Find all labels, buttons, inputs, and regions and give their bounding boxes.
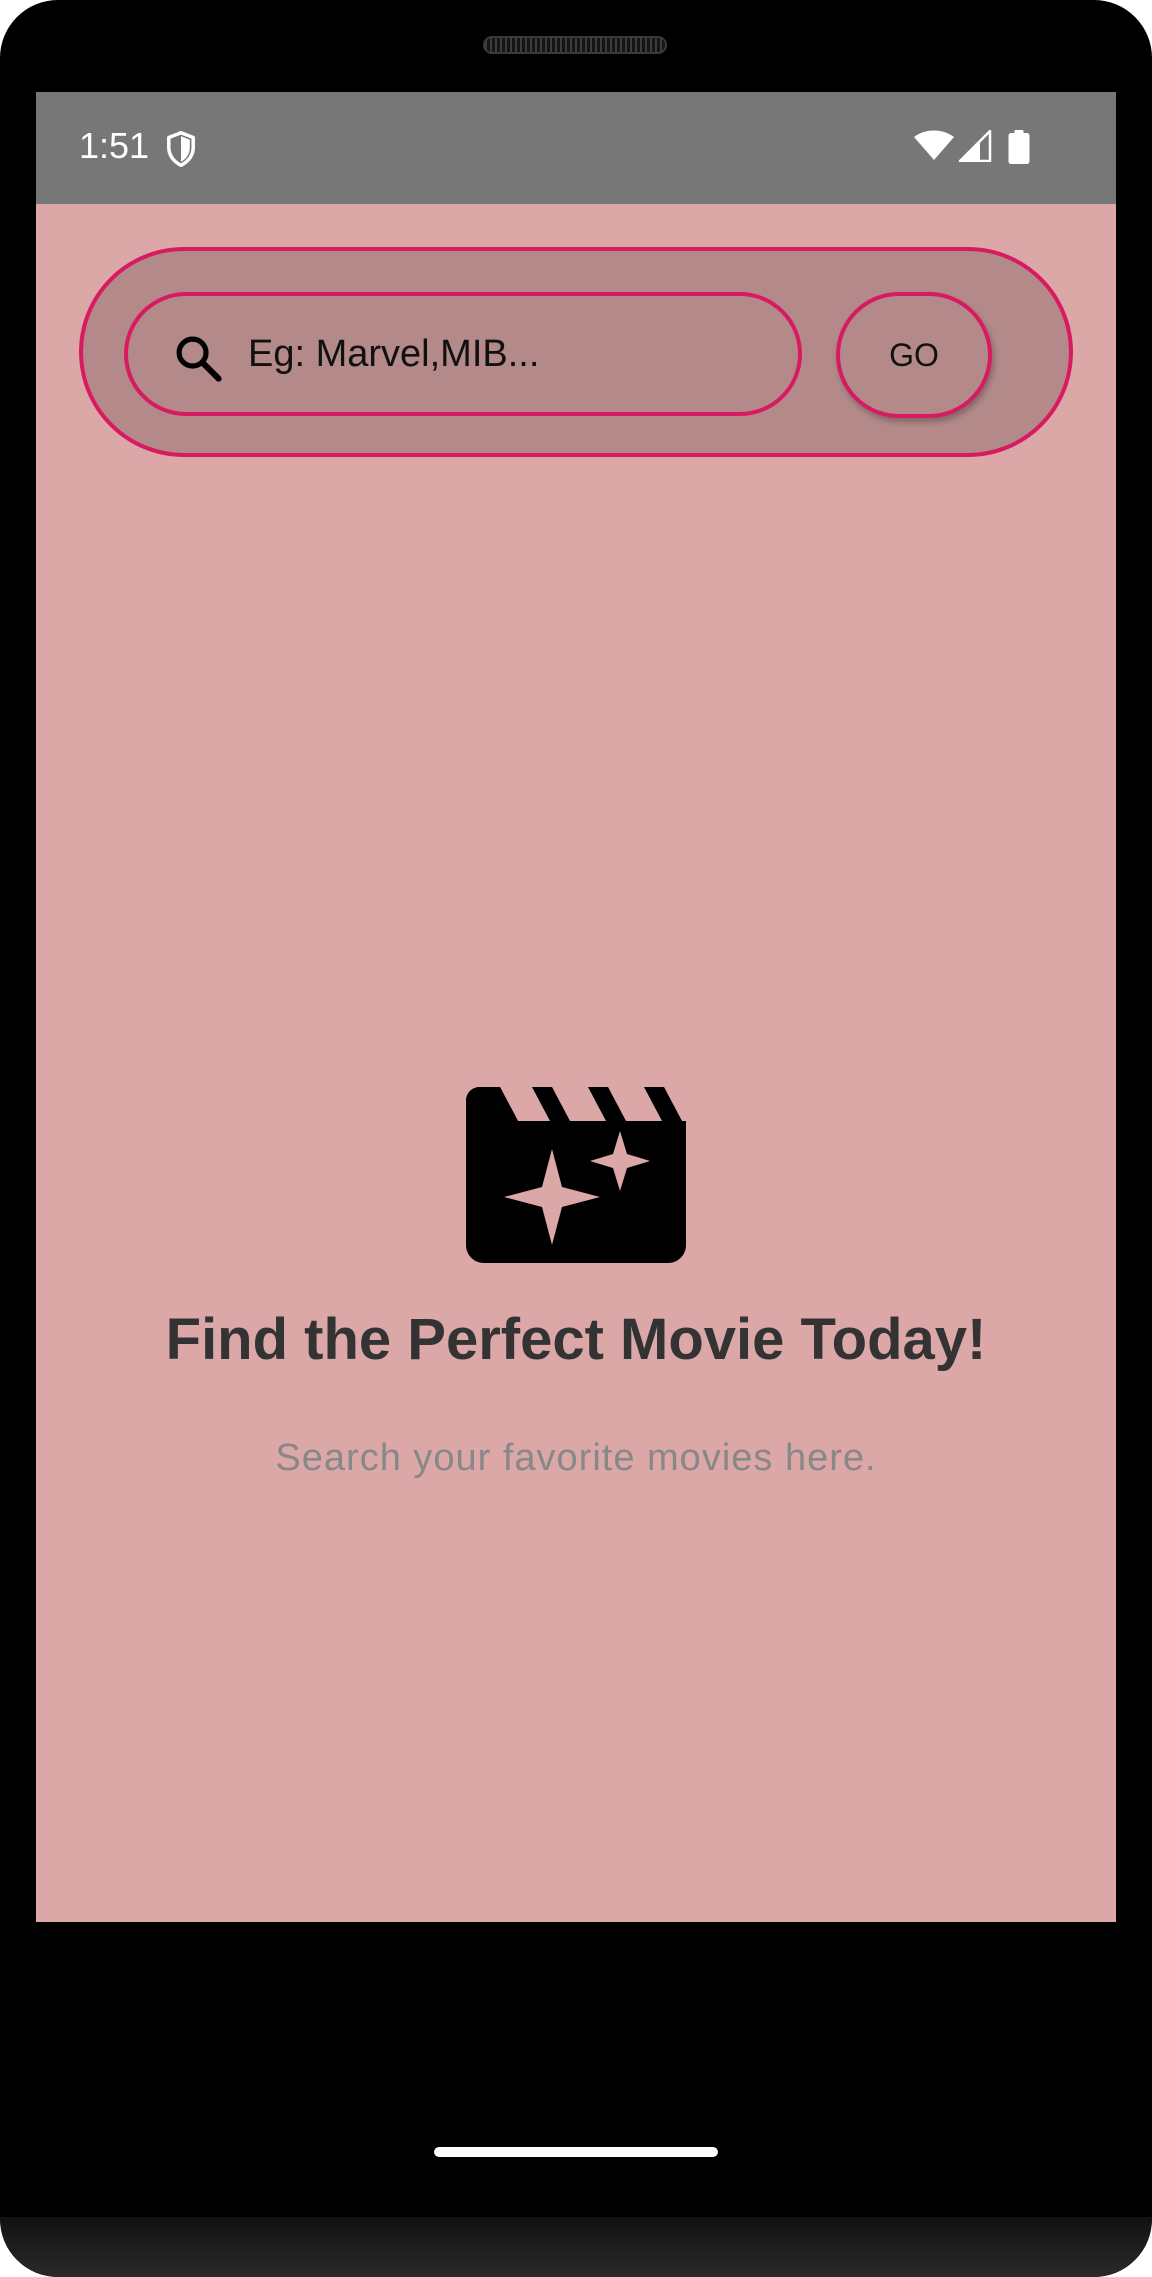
status-bar: 1:51 xyxy=(36,92,1116,204)
phone-bottom-edge xyxy=(0,2217,1152,2277)
empty-state-title: Find the Perfect Movie Today! xyxy=(165,1307,987,1372)
search-field[interactable] xyxy=(124,292,802,416)
clapperboard-sparkle-icon xyxy=(466,1087,686,1263)
earpiece-speaker xyxy=(483,36,667,54)
search-input[interactable] xyxy=(248,316,768,392)
status-time: 1:51 xyxy=(79,125,150,166)
home-indicator[interactable] xyxy=(434,2147,718,2157)
search-icon xyxy=(176,336,222,382)
battery-icon xyxy=(1008,130,1030,164)
empty-state-subtitle: Search your favorite movies here. xyxy=(275,1437,877,1479)
wifi-icon xyxy=(914,130,954,160)
shield-icon xyxy=(167,130,195,168)
go-button[interactable]: GO xyxy=(836,292,992,418)
signal-icon xyxy=(958,130,992,162)
phone-frame: 1:51 Eg: Marvel,MIB... GO Find the Perfe… xyxy=(0,0,1152,2277)
app-screen: 1:51 Eg: Marvel,MIB... GO Find the Perfe… xyxy=(36,92,1116,1922)
search-card: GO xyxy=(79,247,1073,457)
